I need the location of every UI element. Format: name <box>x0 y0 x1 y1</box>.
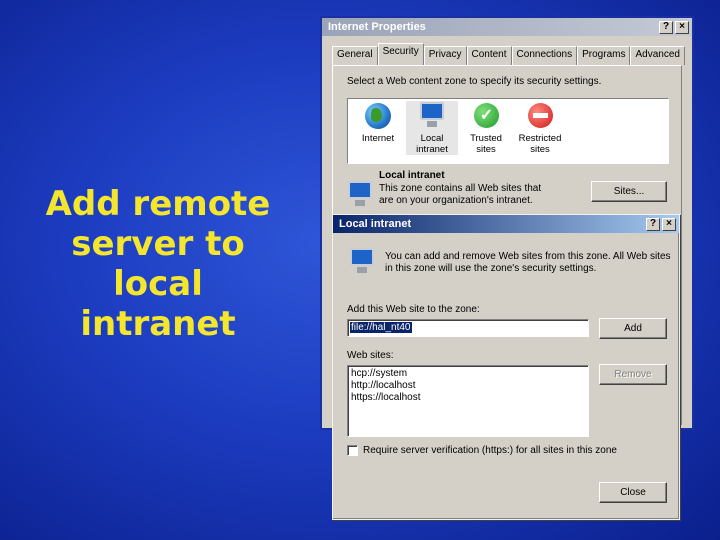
local-intranet-titlebar[interactable]: Local intranet ? × <box>333 215 679 233</box>
zone-restricted-sites[interactable]: Restricted sites <box>514 101 566 155</box>
internet-properties-titlebar[interactable]: Internet Properties ? × <box>322 18 692 36</box>
slide-title: Add remote server to local intranet <box>45 184 271 344</box>
help-button[interactable]: ? <box>659 20 673 34</box>
tab-programs[interactable]: Programs <box>577 46 631 65</box>
zone-label: Local intranet <box>416 133 448 155</box>
zone-list: Internet Local intranet ✓ Trusted sites … <box>347 98 669 164</box>
help-button[interactable]: ? <box>646 217 660 231</box>
sites-button[interactable]: Sites... <box>591 181 667 202</box>
tab-general[interactable]: General <box>332 46 378 65</box>
selected-zone-title: Local intranet <box>379 170 445 181</box>
zone-label: Restricted sites <box>518 133 562 155</box>
selected-zone-icon <box>345 180 375 210</box>
add-site-input[interactable]: file://hal_nt40 <box>347 319 589 337</box>
intranet-monitor-icon <box>417 101 447 131</box>
add-site-value: file://hal_nt40 <box>350 322 412 333</box>
dialog-info-text: You can add and remove Web sites from th… <box>385 251 671 274</box>
require-verification-label: Require server verification (https:) for… <box>363 445 617 456</box>
list-item[interactable]: http://localhost <box>348 380 588 392</box>
close-button[interactable]: × <box>662 217 676 231</box>
tab-connections[interactable]: Connections <box>511 46 578 65</box>
selected-zone-description: This zone contains all Web sites that ar… <box>379 183 542 206</box>
require-verification-checkbox[interactable] <box>347 445 358 456</box>
close-dialog-button[interactable]: Close <box>599 482 667 503</box>
intranet-info-icon <box>347 247 377 277</box>
zone-local-intranet[interactable]: Local intranet <box>406 101 458 155</box>
websites-list[interactable]: hcp://system http://localhost https://lo… <box>347 365 589 437</box>
tab-privacy[interactable]: Privacy <box>423 46 467 65</box>
tab-content[interactable]: Content <box>466 46 512 65</box>
zone-label: Internet <box>361 133 395 144</box>
zone-instruction: Select a Web content zone to specify its… <box>347 76 602 87</box>
remove-button[interactable]: Remove <box>599 364 667 385</box>
globe-icon <box>363 101 393 131</box>
trusted-check-icon: ✓ <box>471 101 501 131</box>
tab-security[interactable]: Security <box>377 43 424 65</box>
add-site-label: Add this Web site to the zone: <box>347 304 480 315</box>
zone-internet[interactable]: Internet <box>352 101 404 144</box>
list-item[interactable]: hcp://system <box>348 368 588 380</box>
zone-label: Trusted sites <box>470 133 502 155</box>
local-intranet-dialog: Local intranet ? × You can add and remov… <box>332 214 680 520</box>
tab-strip: General Security Privacy Content Connect… <box>332 43 685 65</box>
add-button[interactable]: Add <box>599 318 667 339</box>
restricted-stop-icon <box>525 101 555 131</box>
websites-label: Web sites: <box>347 350 394 361</box>
tab-advanced[interactable]: Advanced <box>630 46 685 65</box>
close-button[interactable]: × <box>675 20 689 34</box>
dialog-title: Local intranet <box>339 218 412 230</box>
list-item[interactable]: https://localhost <box>348 392 588 404</box>
window-title: Internet Properties <box>328 21 426 33</box>
zone-trusted-sites[interactable]: ✓ Trusted sites <box>460 101 512 155</box>
